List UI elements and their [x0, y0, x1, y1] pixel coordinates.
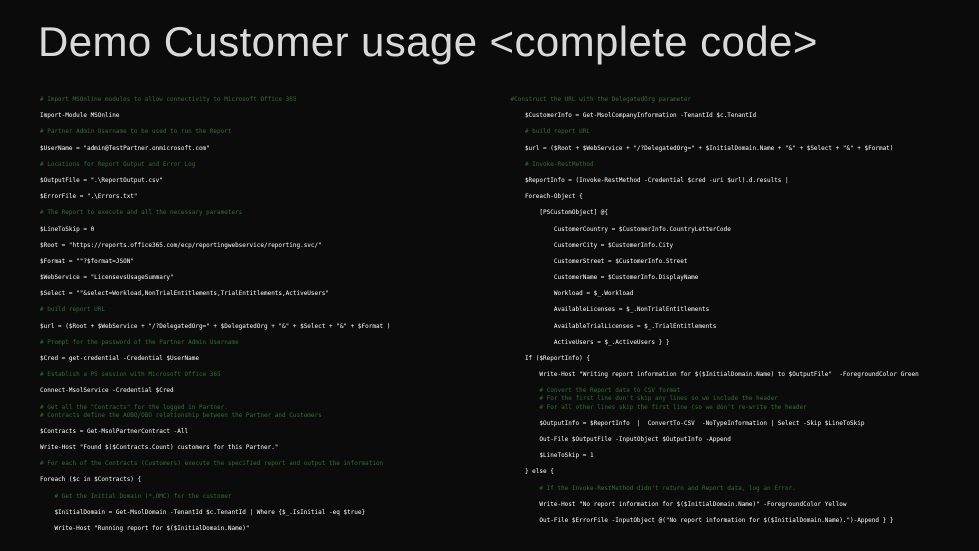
- code-line: Out-File $OutputFile -InputObject $Outpu…: [511, 436, 731, 443]
- code-line: $Cred = get-credential -Credential $User…: [40, 355, 199, 362]
- code-line: $WebService = "LicensevsUsageSummary": [40, 274, 174, 281]
- code-line: ActiveUsers = $_.ActiveUsers } }: [511, 339, 670, 346]
- code-line: CustomerName = $CustomerInfo.DisplayName: [511, 274, 699, 281]
- code-line: If ($ReportInfo) {: [511, 355, 590, 362]
- code-line: #Construct the URL with the DelegatedOrg…: [511, 96, 692, 103]
- code-line: $ReportInfo = (Invoke-RestMethod -Creden…: [511, 177, 789, 184]
- code-line: Out-File $ErrorFile -InputObject @("No r…: [511, 517, 894, 524]
- code-line: # Contracts define the AOBO/OBO relation…: [40, 412, 322, 419]
- code-line: # For all other lines skip the first lin…: [511, 404, 807, 411]
- slide-title: Demo Customer usage <complete code>: [38, 18, 818, 66]
- code-line: $OutputInfo = $ReportInfo | ConvertTo-CS…: [511, 420, 865, 427]
- code-line: Foreach-Object {: [511, 193, 583, 200]
- code-line: # Get all the "Contracts" for the logged…: [40, 404, 228, 411]
- code-line: $UserName = "admin@TestPartner.onmicroso…: [40, 145, 210, 152]
- code-line: # Establish a PS session with Microsoft …: [40, 371, 221, 378]
- code-line: Connect-MsolService -Credential $Cred: [40, 387, 174, 394]
- code-line: # build report URL: [40, 306, 105, 313]
- code-line: Import-Module MSOnline: [40, 112, 119, 119]
- code-line: # Get the Initial Domain (*.OMC) for the…: [40, 493, 231, 500]
- code-line: Workload = $_.Workload: [511, 290, 634, 297]
- code-line: $CustomerInfo = Get-MsolCompanyInformati…: [511, 112, 757, 119]
- code-line: Write-Host "Found $($Contracts.Count) cu…: [40, 444, 278, 451]
- code-line: $LineToSkip = 0: [40, 226, 94, 233]
- code-line: # For the first line don't skip any line…: [511, 395, 778, 402]
- code-line: CustomerCountry = $CustomerInfo.CountryL…: [511, 226, 731, 233]
- code-line: $OutputFile = ".\ReportOutput.csv": [40, 177, 163, 184]
- code-line: # The Report to execute and all the nece…: [40, 209, 242, 216]
- code-col-right: #Construct the URL with the DelegatedOrg…: [511, 96, 960, 531]
- code-line: $Select = ""&select=Workload,NonTrialEnt…: [40, 290, 329, 297]
- code-line: # Partner Admin Username to be used to r…: [40, 128, 231, 135]
- code-line: $Format = ""?$format=JSON": [40, 258, 134, 265]
- code-col-left: # Import MSOnline modules to allow conne…: [40, 96, 489, 531]
- code-line: $ErrorFile = ".\Errors.txt": [40, 193, 138, 200]
- code-line: CustomerCity = $CustomerInfo.City: [511, 242, 674, 249]
- code-line: $url = ($Root + $WebService + "/?Delegat…: [511, 145, 894, 152]
- code-block: # Import MSOnline modules to allow conne…: [40, 96, 959, 531]
- code-line: $Contracts = Get-MsolPartnerContract -Al…: [40, 428, 188, 435]
- code-line: # Invoke-RestMethod: [511, 161, 594, 168]
- code-line: $InitialDomain = Get-MsolDomain -TenantI…: [40, 509, 365, 516]
- code-line: # Prompt for the password of the Partner…: [40, 339, 239, 346]
- code-line: AvailableTrialLicenses = $_.TrialEntitle…: [511, 323, 717, 330]
- code-line: # Convert the Report data to CSV format: [511, 387, 681, 394]
- code-line: # If the Invoke-RestMethod didn't return…: [511, 485, 796, 492]
- code-line: $url = ($Root + $WebService + "/?Delegat…: [40, 323, 390, 330]
- code-line: $Root = "https://reports.office365.com/e…: [40, 242, 322, 249]
- code-line: Foreach ($c in $Contracts) {: [40, 476, 141, 483]
- code-line: # For each of the Contracts (Customers) …: [40, 460, 383, 467]
- code-line: [PSCustomObject] @{: [511, 209, 609, 216]
- code-line: Write-Host "Writing report information f…: [511, 371, 919, 378]
- code-line: Write-Host "No report information for $(…: [511, 501, 847, 508]
- code-line: Write-Host "Running report for $($Initia…: [40, 525, 250, 532]
- code-line: # build report URL: [511, 128, 590, 135]
- code-line: } else {: [511, 468, 554, 475]
- slide: Demo Customer usage <complete code> # Im…: [0, 0, 979, 551]
- code-line: CustomerStreet = $CustomerInfo.Street: [511, 258, 688, 265]
- code-line: $LineToSkip = 1: [511, 452, 594, 459]
- code-line: AvailableLicenses = $_.NonTrialEntitleme…: [511, 306, 710, 313]
- code-line: # Locations for Report Output and Error …: [40, 161, 195, 168]
- code-line: # Import MSOnline modules to allow conne…: [40, 96, 296, 103]
